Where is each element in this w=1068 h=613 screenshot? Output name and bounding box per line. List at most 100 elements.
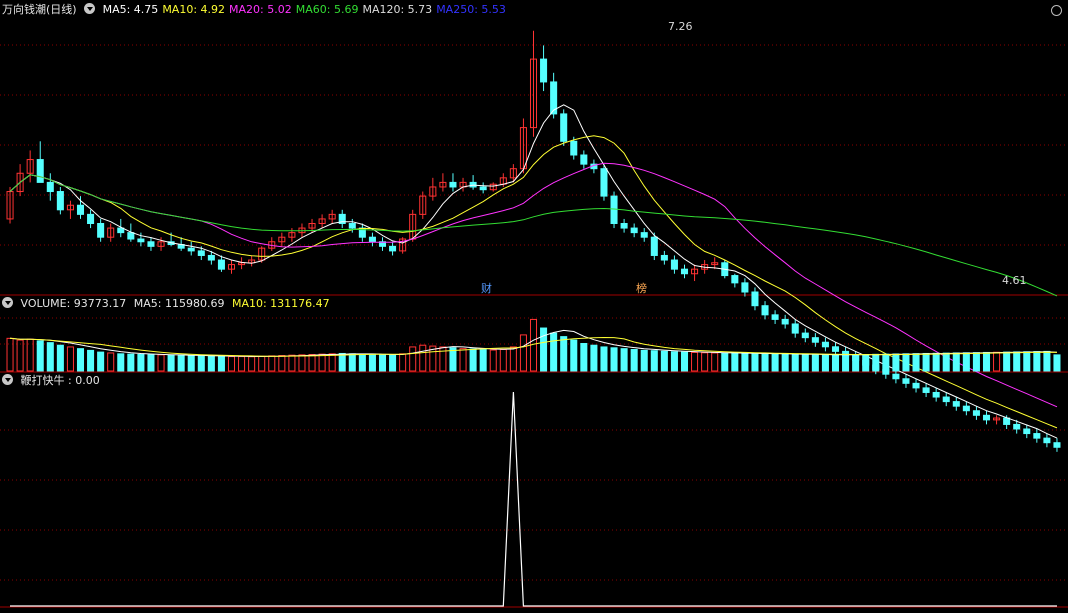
volume-bar — [932, 352, 940, 372]
finance-marker[interactable]: 财 — [481, 280, 492, 296]
candle-body — [892, 373, 900, 380]
ma-legend-item: MA20: 5.02 — [229, 3, 292, 16]
candle-body — [670, 259, 678, 270]
volume-bar — [962, 352, 970, 372]
candle-body — [217, 259, 225, 270]
volume-bar — [842, 354, 850, 372]
volume-bar — [781, 353, 789, 372]
ma-legend-item: MA120: 5.73 — [362, 3, 433, 16]
volume-bar — [821, 354, 829, 372]
volume-bar — [1013, 351, 1021, 372]
close-icon[interactable] — [1051, 5, 1062, 16]
volume-bar — [892, 353, 900, 372]
candle-body — [137, 238, 145, 243]
volume-bar — [872, 353, 880, 372]
volume-bar — [177, 355, 185, 372]
moving-average-line — [9, 162, 1058, 408]
volume-ma5-label: MA5: 115980.69 — [133, 297, 225, 310]
volume-bar — [600, 346, 608, 372]
volume-bar — [993, 351, 1001, 372]
candle-body — [56, 191, 64, 211]
volume-bar — [691, 351, 699, 372]
volume-bar — [1043, 350, 1051, 372]
volume-bar — [207, 355, 215, 372]
candle-body — [1023, 428, 1031, 435]
candle-body — [197, 250, 205, 256]
volume-bar — [650, 350, 658, 372]
candle-body — [207, 254, 215, 261]
candle-body — [449, 181, 457, 188]
candle-body — [36, 159, 44, 183]
volume-bar — [751, 353, 759, 372]
volume-bar — [811, 354, 819, 372]
volume-bar — [741, 352, 749, 372]
volume-bar — [147, 354, 155, 372]
volume-bar — [630, 349, 638, 372]
volume-bar — [731, 352, 739, 372]
volume-bar — [721, 352, 729, 372]
candle-body — [76, 204, 85, 215]
volume-label: VOLUME: 93773.17 — [20, 297, 127, 310]
volume-bar — [328, 353, 336, 372]
candle-body — [771, 314, 779, 320]
candle-body — [761, 305, 769, 316]
volume-panel-header: VOLUME: 93773.17 MA5: 115980.69 MA10: 13… — [2, 297, 334, 311]
volume-panel-toggle-icon[interactable] — [2, 297, 13, 308]
ma-legend: MA5: 4.75 MA10: 4.92 MA20: 5.02 MA60: 5.69 M… — [103, 3, 510, 16]
indicator-panel-toggle-icon[interactable] — [2, 374, 13, 385]
volume-bar — [982, 351, 991, 372]
volume-bar — [318, 353, 326, 372]
candle-body — [751, 291, 759, 307]
volume-bar — [16, 339, 24, 372]
volume-bar — [97, 351, 105, 372]
volume-bar — [87, 349, 95, 372]
volume-bar — [761, 353, 769, 372]
candle-body — [962, 405, 970, 412]
candle-body — [821, 341, 829, 348]
candle-body — [87, 213, 95, 225]
volume-bar — [942, 352, 950, 372]
volume-bar — [187, 355, 195, 372]
volume-bar — [36, 340, 44, 372]
indicator-line — [10, 391, 1057, 607]
volume-bar — [922, 352, 930, 372]
volume-bar — [368, 354, 376, 372]
volume-bar — [590, 344, 598, 372]
candle-body — [660, 254, 668, 261]
volume-bar — [308, 354, 316, 372]
high-price-label: 7.26 — [668, 20, 693, 33]
volume-bar — [56, 344, 64, 372]
moving-average-line — [9, 174, 1058, 297]
candle-body — [912, 382, 920, 389]
volume-bar — [711, 352, 719, 372]
moving-average-line — [9, 135, 1058, 429]
candle-body — [479, 186, 487, 191]
volume-bar — [227, 356, 236, 372]
candle-body — [811, 337, 819, 343]
candle-body — [1003, 417, 1011, 425]
volume-bar — [519, 334, 527, 372]
volume-bar — [127, 353, 135, 372]
candle-body — [982, 414, 991, 421]
volume-bar — [469, 348, 477, 372]
candle-body — [952, 401, 960, 407]
volume-bar — [499, 349, 507, 372]
dragon-tiger-list-marker[interactable]: 榜 — [636, 280, 647, 296]
candle-body — [902, 378, 910, 384]
price-panel-toggle-icon[interactable] — [84, 3, 96, 14]
candle-body — [1043, 437, 1051, 444]
ma-legend-item: MA60: 5.69 — [295, 3, 359, 16]
candle-body — [540, 58, 548, 83]
volume-bar — [479, 349, 487, 372]
volume-bar — [338, 352, 346, 372]
candle-body — [932, 391, 940, 398]
candle-body — [127, 232, 135, 240]
volume-bar — [278, 355, 286, 372]
stock-title: 万向钱潮(日线) — [2, 3, 77, 16]
indicator-label: 鞭打快牛 : 0.00 — [20, 374, 100, 387]
volume-bar — [137, 354, 145, 372]
candle-body — [801, 332, 809, 339]
candle-body — [46, 181, 54, 193]
volume-bar — [680, 351, 689, 372]
volume-bar — [640, 349, 648, 372]
